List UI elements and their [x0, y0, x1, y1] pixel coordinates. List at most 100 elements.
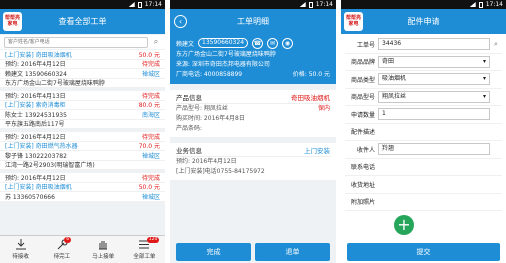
order-card[interactable]: [上门安装] 奇田吸油烟机 50.0 元预约: 2016年4月12日 待完成赖建文 … [0, 50, 165, 88]
order-card-row: 预约: 2016年4月12日 待完成 [0, 132, 165, 142]
order-list: [上门安装] 奇田吸油烟机 50.0 元预约: 2016年4月12日 待完成 赖建文 … [0, 50, 165, 202]
order-card[interactable]: 预约: 2016年4月12日 待完成 [上门安装] 奇田吸油烟机 50.0 元苏 13… [0, 173, 165, 202]
chevron-down-icon: ▾ [482, 92, 486, 100]
message-icon[interactable]: ✉ [267, 37, 279, 49]
search-icon[interactable]: ⌕ [151, 37, 161, 47]
customer-phone[interactable]: 13590660324 [198, 38, 249, 48]
status-bar: 17:14 [0, 0, 165, 9]
factory-phone[interactable]: 厂商电话: 4000858899 [176, 70, 242, 80]
nav-item[interactable]: 全部工单 120 [124, 236, 165, 263]
form-row: 配件描述 [345, 124, 502, 141]
appointment-row: 预约: 2016年4月12日 [176, 157, 330, 167]
nav-item[interactable]: 待完工 6 [41, 236, 82, 263]
page-title: 配件申请 [407, 17, 440, 26]
status-time: 17:14 [485, 1, 503, 8]
order-row-left: 预约: 2016年4月12日 [5, 133, 66, 141]
order-row-left: [上门安装] 奇田燃气热水器 [5, 143, 78, 151]
submit-bar: 提交 [341, 236, 506, 263]
form-label: 联系电话 [350, 164, 375, 172]
form-label: 商品类型 [350, 76, 375, 84]
nav-item[interactable]: 马上接单 [83, 236, 124, 263]
order-row-left: [上门安装] 索奇消毒柜 [5, 102, 66, 110]
form-row: 附加照片 [345, 194, 502, 211]
form-row: 收货地址 [345, 176, 502, 194]
product-section-title: 产品信息 奇田吸油烟机 [176, 93, 330, 104]
status-time: 17:14 [144, 1, 162, 8]
service-title: 业务信息 [176, 147, 202, 155]
form-input[interactable]: 1 [378, 108, 490, 121]
order-card-row: 江湾一路2号2903(明瑞智富广场) [0, 161, 165, 170]
order-row-left: 黎子锋 13022203782 [5, 152, 67, 160]
select-value: 翔凤拉丝 [382, 92, 407, 100]
signal-icon [299, 2, 306, 7]
screen-all-orders: 17:14 帮帮亮 家电 查看全部工单 ⌕ [上门安装] 奇田吸油烟机 50.0 … [0, 0, 165, 263]
form-row: 申请数量 1 [345, 106, 502, 124]
order-row-right: 待完成 [141, 61, 160, 69]
nav-item[interactable]: 待接收 [0, 236, 41, 263]
title-bar: ‹ 工单明细 [170, 9, 336, 34]
app-logo: 帮帮亮 家电 [344, 12, 363, 31]
barcode-row: 产品条码: [176, 124, 330, 134]
order-row-left: 赖建文 13590660324 [5, 70, 67, 78]
purchase-date: 购买时间: 2016年4月8日 [176, 114, 330, 124]
title-bar: 帮帮亮 家电 配件申请 [341, 9, 506, 34]
form-label: 申请数量 [350, 111, 375, 119]
form-label: 商品品牌 [350, 59, 375, 67]
status-time: 17:14 [315, 1, 333, 8]
app-logo: 帮帮亮 家电 [3, 12, 22, 31]
order-row-left: 预约: 2016年4月12日 [5, 174, 66, 182]
form-select[interactable]: 奇田 ▾ [378, 55, 490, 68]
nav-item-label: 全部工单 [133, 254, 156, 260]
return-order-button[interactable]: 退单 [255, 243, 330, 261]
submit-button[interactable]: 提交 [347, 243, 500, 261]
warranty-status: 保内 [317, 105, 330, 112]
form-row: 联系电话 [345, 159, 502, 176]
phone-icon[interactable]: ☎ [252, 37, 264, 49]
order-card-row: 平东旗五路南后117号 [0, 120, 165, 129]
form-label: 商品型号 [350, 94, 375, 102]
location-icon[interactable]: ◉ [282, 37, 294, 49]
search-icon[interactable]: ⌕ [490, 40, 502, 49]
bottom-nav: 待接收 待完工 6 马上接单 全部工单 120 [0, 235, 165, 263]
order-row-left: 预约: 2016年4月12日 [5, 61, 66, 69]
form-select[interactable]: 翔凤拉丝 ▾ [378, 90, 490, 103]
order-card-row: [上门安装] 奇田吸油烟机 50.0 元 [0, 50, 165, 60]
complete-button[interactable]: 完成 [176, 243, 251, 261]
hotline-row: [上门安装]电话0755-84175972 [176, 167, 330, 177]
form-input[interactable]: 34436 [378, 38, 490, 51]
order-row-left: 苏 13360570666 [5, 193, 55, 201]
add-photo-icon[interactable]: + [394, 215, 414, 235]
nav-item-label: 待接收 [12, 254, 29, 260]
page-title: 查看全部工单 [58, 17, 107, 26]
battery-icon [137, 1, 142, 8]
select-value: 吸油烟机 [382, 75, 407, 83]
select-value: 奇田 [382, 57, 395, 65]
order-card[interactable]: 预约: 2016年4月13日 待完成 [上门安装] 索奇消毒柜 80.0 元陈女士 1… [0, 91, 165, 129]
product-section: 产品信息 奇田吸油烟机 产品型号: 翔凤拉丝 保内 购买时间: 2016年4月8… [170, 90, 336, 137]
search-bar: ⌕ [0, 35, 165, 49]
order-card[interactable]: 预约: 2016年4月12日 待完成 [上门安装] 奇田燃气热水器 70.0 元黎子锋… [0, 132, 165, 170]
parts-form: 工单号 34436 ⌕ 商品品牌 奇田 ▾ 商品类型 吸油烟机 ▾ 商品型号 翔凤拉丝 ▾ 申请数量 1 配… [341, 34, 506, 211]
service-section-title: 业务信息 上门安装 [176, 146, 330, 157]
hotline-text[interactable]: [上门安装]电话0755-84175972 [176, 167, 265, 177]
customer-address: 东方广场金山二街7号玻璃屋烧味鸭脖 [176, 51, 276, 58]
nav-item-label: 待完工 [53, 254, 71, 260]
factory-row: 厂商电话: 4000858899 价格: 50.0 元 [176, 70, 330, 80]
order-card-row: [上门安装] 奇田吸油烟机 50.0 元 [0, 183, 165, 192]
barcode-label: 产品条码: [176, 125, 203, 132]
back-icon[interactable]: ‹ [174, 15, 187, 28]
product-brand: 奇田吸油烟机 [291, 94, 330, 102]
status-bar: 17:14 [341, 0, 506, 9]
form-row: 商品类型 吸油烟机 ▾ [345, 71, 502, 89]
order-row-right: 70.0 元 [138, 143, 160, 151]
form-label: 附加照片 [350, 199, 375, 207]
form-label: 配件描述 [350, 129, 375, 137]
form-select[interactable]: 吸油烟机 ▾ [378, 73, 490, 86]
hand-icon [97, 239, 109, 250]
form-input[interactable]: 羚翘 [378, 143, 490, 156]
search-input[interactable] [4, 36, 148, 48]
form-label: 收货地址 [350, 181, 375, 189]
signal-icon [128, 2, 135, 7]
app-logo-line2: 家电 [7, 21, 18, 27]
order-row-right: 禅城区 [141, 152, 160, 160]
